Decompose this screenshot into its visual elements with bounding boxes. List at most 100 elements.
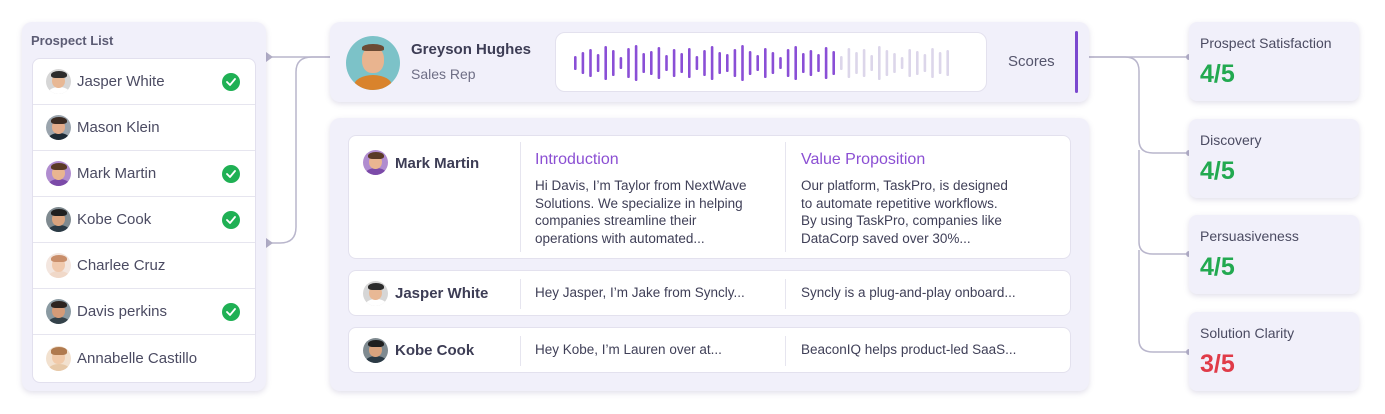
scores-label: Scores: [1008, 53, 1055, 70]
waveform-bar: [878, 46, 881, 80]
prospect-list-panel: Prospect List Jasper White Mason Klein Mar…: [22, 22, 266, 391]
waveform-bar: [786, 49, 790, 77]
waveform-bar: [862, 49, 866, 77]
waveform-bar: [581, 52, 585, 74]
score-card-discovery[interactable]: Discovery 4/5: [1189, 119, 1359, 198]
avatar: [46, 115, 71, 140]
call-card[interactable]: Jasper White Hey Jasper, I’m Jake from S…: [348, 270, 1071, 316]
waveform-bar: [695, 56, 699, 70]
waveform-bar: [794, 46, 797, 80]
waveform-bar: [908, 49, 911, 77]
score-card-solution-clarity[interactable]: Solution Clarity 3/5: [1189, 312, 1359, 391]
waveform-bar: [840, 56, 843, 70]
prospect-name: Jasper White: [77, 73, 165, 90]
waveform-bar: [642, 53, 645, 73]
waveform-bar: [824, 47, 828, 79]
waveform-bar: [764, 48, 767, 78]
waveform-bar: [688, 48, 691, 78]
waveform-bar: [885, 50, 889, 76]
waveform-bar: [733, 49, 737, 77]
value-proposition-text: Syncly is a plug-and-play onboard...: [801, 285, 1016, 300]
introduction-text: Hey Kobe, I’m Lauren over at...: [535, 342, 722, 357]
call-card[interactable]: Kobe Cook Hey Kobe, I’m Lauren over at..…: [348, 327, 1071, 373]
waveform-bar: [619, 57, 623, 69]
waveform-bar: [779, 57, 782, 69]
introduction-text: Hey Jasper, I’m Jake from Syncly...: [535, 285, 745, 300]
prospect-list-item[interactable]: Charlee Cruz: [33, 243, 255, 289]
waveform-bar: [604, 46, 607, 80]
check-circle-icon: [222, 210, 240, 229]
avatar: [46, 299, 71, 324]
waveform-bar: [817, 54, 820, 72]
waveform-bar: [627, 48, 630, 78]
audio-waveform[interactable]: [555, 32, 987, 92]
avatar: [46, 253, 71, 278]
waveform-bar: [596, 54, 600, 72]
prospect-list-item[interactable]: Kobe Cook: [33, 197, 255, 243]
waveform-bar: [756, 55, 759, 71]
waveform-bar: [718, 52, 721, 74]
waveform-bar: [680, 53, 683, 73]
prospect-list: Jasper White Mason Klein Mark Martin Kobe C…: [32, 58, 256, 383]
waveform-bar: [710, 46, 714, 80]
score-card-prospect-satisfaction[interactable]: Prospect Satisfaction 4/5: [1189, 22, 1359, 101]
prospect-name: Mark Martin: [77, 165, 157, 182]
score-card-persuasiveness[interactable]: Persuasiveness 4/5: [1189, 215, 1359, 294]
introduction-text: Hi Davis, I’m Taylor from NextWave Solut…: [535, 178, 747, 246]
call-card[interactable]: Mark Martin Introduction Hi Davis, I’m T…: [348, 135, 1071, 259]
waveform-bar: [726, 54, 729, 72]
avatar: [363, 281, 388, 306]
waveform-bar: [657, 47, 661, 79]
waveform-bar: [589, 49, 592, 77]
waveform-bar: [832, 51, 835, 75]
rep-role: Sales Rep: [411, 66, 476, 82]
prospect-name: Annabelle Castillo: [77, 349, 198, 367]
prospect-name: Mark Martin: [395, 155, 480, 172]
waveform-bar: [893, 53, 896, 73]
prospect-name: Kobe Cook: [77, 211, 152, 228]
waveform-bar: [809, 50, 813, 76]
value-proposition-text: BeaconIQ helps product-led SaaS...: [801, 342, 1017, 357]
prospect-name: Davis perkins: [77, 303, 168, 320]
prospect-list-item[interactable]: Annabelle Castillo: [33, 335, 255, 381]
avatar: [46, 345, 71, 371]
prospect-list-item[interactable]: Jasper White: [33, 59, 255, 105]
waveform-bar: [916, 51, 919, 75]
waveform-bar: [855, 52, 858, 74]
waveform-bar: [900, 57, 904, 69]
avatar: [346, 36, 400, 90]
avatar: [363, 338, 388, 363]
prospect-name: Charlee Cruz: [77, 257, 166, 274]
waveform-bar: [634, 45, 638, 81]
prospect-list-title: Prospect List: [31, 33, 114, 48]
waveform-bar: [703, 50, 706, 76]
rep-name: Greyson Hughes: [411, 41, 532, 58]
waveform-graphic: [574, 45, 949, 81]
prospect-list-item[interactable]: Mark Martin: [33, 151, 255, 197]
prospect-name: Mason Klein: [77, 119, 160, 136]
waveform-bar: [802, 53, 805, 73]
avatar: [46, 69, 71, 94]
prospect-list-item[interactable]: Mason Klein: [33, 105, 255, 151]
waveform-bar: [574, 56, 577, 70]
call-summaries-panel: Mark Martin Introduction Hi Davis, I’m T…: [330, 118, 1089, 391]
score-title: Solution Clarity: [1200, 325, 1295, 341]
waveform-bar: [665, 55, 668, 71]
scores-indicator: [1075, 31, 1078, 93]
prospect-name: Kobe Cook: [395, 342, 475, 359]
avatar: [46, 207, 71, 232]
score-value: 3/5: [1200, 350, 1235, 378]
waveform-bar: [650, 51, 653, 75]
call-header: Greyson Hughes Sales Rep Scores: [330, 22, 1089, 102]
value-proposition-title: Value Proposition: [801, 151, 926, 168]
score-title: Discovery: [1200, 132, 1262, 148]
prospect-list-item[interactable]: Davis perkins: [33, 289, 255, 335]
waveform-bar: [741, 45, 744, 81]
waveform-bar: [748, 51, 752, 75]
introduction-title: Introduction: [535, 151, 619, 168]
value-proposition-text: Our platform, TaskPro, is designed to au…: [801, 178, 1008, 246]
score-value: 4/5: [1200, 157, 1235, 185]
waveform-bar: [938, 52, 942, 74]
prospect-name: Jasper White: [395, 285, 489, 302]
score-value: 4/5: [1200, 60, 1235, 88]
